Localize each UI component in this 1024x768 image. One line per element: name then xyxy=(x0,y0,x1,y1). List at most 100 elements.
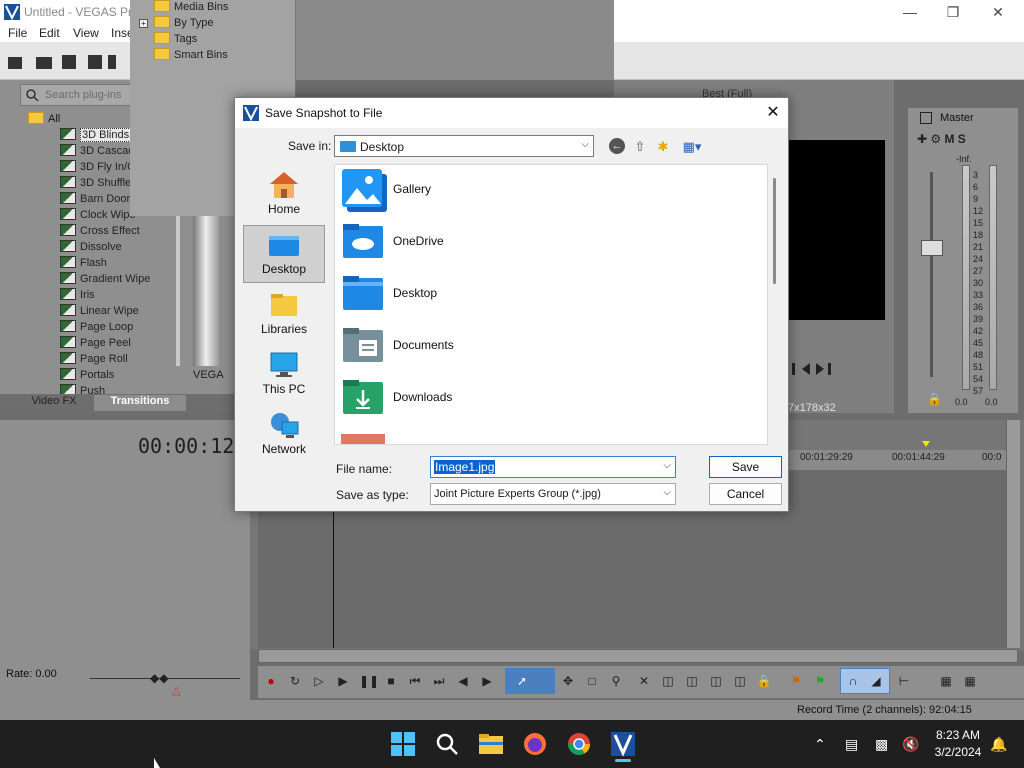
ignore-grouping-icon[interactable]: ▦ xyxy=(962,673,978,689)
this-pc-icon xyxy=(270,352,298,377)
stop-icon[interactable]: ■ xyxy=(383,673,399,689)
transition-item[interactable]: Page Peel xyxy=(60,336,170,352)
delete-icon[interactable]: ✕ xyxy=(636,673,652,689)
transition-item[interactable]: Iris xyxy=(60,288,170,304)
tab-video-fx[interactable]: Video FX xyxy=(18,395,90,411)
clock-date[interactable]: 3/2/2024 xyxy=(930,745,986,759)
transition-item[interactable]: Dissolve xyxy=(60,240,170,256)
place-network[interactable]: Network xyxy=(243,406,325,464)
place-home[interactable]: Home xyxy=(243,166,325,224)
file-explorer-icon[interactable] xyxy=(477,730,505,758)
file-name-input[interactable]: Image1.jpg ⌵ xyxy=(430,456,676,478)
transition-item[interactable]: Page Roll xyxy=(60,352,170,368)
toolbar-file-icons[interactable] xyxy=(8,54,118,70)
transition-item[interactable]: Cross Effect xyxy=(60,224,170,240)
menu-view[interactable]: View xyxy=(73,26,99,40)
insert-region-icon[interactable]: ⚑ xyxy=(812,673,828,689)
start-icon[interactable] xyxy=(389,730,417,758)
new-folder-icon[interactable]: ✱ xyxy=(654,138,672,156)
network-icon[interactable]: ▤ xyxy=(845,736,858,753)
place-this-pc[interactable]: This PC xyxy=(243,346,325,404)
view-menu-icon[interactable]: ▦▾ xyxy=(679,138,705,156)
marker-icon[interactable] xyxy=(922,441,930,447)
loop-icon[interactable]: ↻ xyxy=(287,673,303,689)
master-fx-icon[interactable] xyxy=(920,112,932,124)
close-icon[interactable]: ✕ xyxy=(762,102,784,124)
place-libraries[interactable]: Libraries xyxy=(243,286,325,344)
file-list-scrollbar[interactable] xyxy=(773,178,776,284)
edit-tool-selected[interactable] xyxy=(505,668,555,694)
bin-smart-bins[interactable]: Smart Bins xyxy=(154,48,228,64)
auto-ripple-icon[interactable]: ◢ xyxy=(868,673,884,689)
menu-file[interactable]: File xyxy=(8,26,27,40)
bin-by-type[interactable]: By Type xyxy=(154,16,214,32)
notification-bell-icon[interactable]: 🔔 xyxy=(990,736,1007,753)
restore-icon[interactable]: ❐ xyxy=(938,2,968,22)
chrome-icon[interactable] xyxy=(565,730,593,758)
trim-end-icon[interactable]: ◫ xyxy=(708,673,724,689)
snap-icon[interactable]: ∩ xyxy=(845,673,861,689)
expand-icon[interactable]: + xyxy=(139,19,148,28)
play-from-start-icon[interactable]: ▷ xyxy=(311,673,327,689)
transition-item[interactable]: Portals xyxy=(60,368,170,384)
menu-edit[interactable]: Edit xyxy=(39,26,60,40)
go-to-start-icon[interactable]: ⏮ xyxy=(407,673,423,689)
pause-icon[interactable]: ❚❚ xyxy=(359,673,379,689)
mixer-controls-icons[interactable]: ✚ ⚙ M S xyxy=(917,132,966,146)
trim-icon[interactable]: ◫ xyxy=(660,673,676,689)
zoom-tool-icon[interactable]: ⚲ xyxy=(608,673,624,689)
file-item-desktop[interactable]: Desktop xyxy=(341,272,641,320)
next-frame-icon[interactable]: ▶ xyxy=(479,673,495,689)
go-to-end-icon[interactable]: ⏭ xyxy=(431,673,447,689)
close-icon[interactable]: ✕ xyxy=(983,2,1013,22)
rate-slider-handle[interactable]: ◆◆ xyxy=(150,671,168,685)
file-item-downloads[interactable]: Downloads xyxy=(341,376,641,424)
bin-tags[interactable]: Tags xyxy=(154,32,197,48)
vegas-taskbar-icon[interactable] xyxy=(609,730,637,758)
transition-item[interactable]: Page Loop xyxy=(60,320,170,336)
timeline-hscroll[interactable] xyxy=(258,649,1018,663)
timeline-vscroll[interactable] xyxy=(1006,420,1020,648)
file-item-documents[interactable]: Documents xyxy=(341,324,641,372)
firefox-icon[interactable] xyxy=(521,730,549,758)
transitions-scrollbar[interactable] xyxy=(176,216,180,366)
place-desktop[interactable]: Desktop xyxy=(243,225,325,283)
lock-icon[interactable]: 🔒 xyxy=(927,392,942,406)
split-icon[interactable]: ◫ xyxy=(732,673,748,689)
lock-envelopes-icon[interactable]: ▦ xyxy=(938,673,954,689)
prev-frame-icon[interactable]: ◀ xyxy=(455,673,471,689)
chevron-up-icon[interactable]: ⌃ xyxy=(814,736,826,753)
display-icon[interactable]: ▩ xyxy=(875,736,888,753)
bin-media-bins[interactable]: Media Bins xyxy=(154,0,228,16)
transition-item[interactable]: Flash xyxy=(60,256,170,272)
envelope-tool-icon[interactable]: ✥ xyxy=(560,673,576,689)
onedrive-folder-icon xyxy=(343,224,383,258)
ripple-icon[interactable]: ⊢ xyxy=(896,673,912,689)
preview-frame-nav-icons[interactable] xyxy=(792,362,842,376)
volume-icon[interactable]: 🔇 xyxy=(902,736,919,753)
insert-marker-icon[interactable]: ⚑ xyxy=(788,673,804,689)
save-as-type-dropdown[interactable]: Joint Picture Experts Group (*.jpg) ⌵ xyxy=(430,483,676,505)
cancel-button[interactable]: Cancel xyxy=(709,483,782,505)
minimize-icon[interactable]: — xyxy=(895,2,925,22)
chevron-down-icon[interactable]: ⌵ xyxy=(663,460,671,471)
tree-root-all[interactable]: All xyxy=(28,112,60,125)
fader-handle[interactable] xyxy=(921,240,943,256)
save-in-dropdown[interactable]: Desktop ⌵ xyxy=(334,135,594,157)
clock-time[interactable]: 8:23 AM xyxy=(930,728,986,742)
edit-tool-icon[interactable]: ➚ xyxy=(514,673,530,689)
lock-icon[interactable]: 🔒 xyxy=(756,673,772,689)
transition-item[interactable]: Linear Wipe xyxy=(60,304,170,320)
tab-transitions[interactable]: Transitions xyxy=(94,395,186,411)
transition-item[interactable]: Gradient Wipe xyxy=(60,272,170,288)
trim-start-icon[interactable]: ◫ xyxy=(684,673,700,689)
file-item-onedrive[interactable]: OneDrive xyxy=(341,220,641,268)
play-icon[interactable]: ▶ xyxy=(335,673,351,689)
selection-tool-icon[interactable]: □ xyxy=(584,673,600,689)
back-icon[interactable]: ← xyxy=(609,138,625,154)
up-folder-icon[interactable]: ⇧ xyxy=(631,138,649,156)
search-icon[interactable] xyxy=(433,730,461,758)
record-icon[interactable]: ● xyxy=(263,673,279,689)
save-button[interactable]: Save xyxy=(709,456,782,478)
file-item-gallery[interactable]: Gallery xyxy=(341,168,641,216)
